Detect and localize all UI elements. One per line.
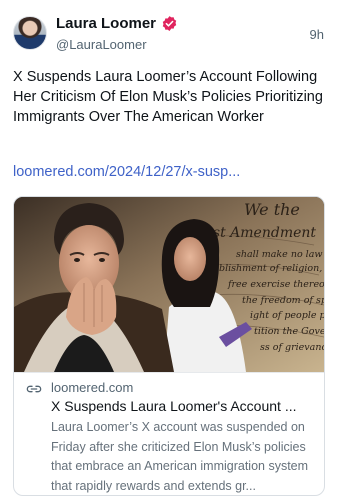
author-handle[interactable]: @LauraLoomer xyxy=(56,37,147,52)
svg-text:the freedom of speech: the freedom of speech xyxy=(242,295,325,306)
svg-text:ss of grievances.: ss of grievances. xyxy=(260,342,325,353)
author-display-name[interactable]: Laura Loomer xyxy=(56,15,156,32)
svg-text:free exercise thereof; or: free exercise thereof; or xyxy=(227,279,325,290)
svg-text:blishment of religion, or p: blishment of religion, or p xyxy=(219,263,325,274)
post-link[interactable]: loomered.com/2024/12/27/x-susp... xyxy=(13,162,240,182)
card-domain: loomered.com xyxy=(51,380,134,395)
svg-text:tition the Gove: tition the Gove xyxy=(254,326,325,337)
author-name-row: Laura Loomer xyxy=(56,15,178,32)
card-image[interactable]: 1st Amendment We the shall make no law b… xyxy=(14,197,325,372)
link-preview-card[interactable]: 1st Amendment We the shall make no law b… xyxy=(13,196,325,496)
svg-text:We the: We the xyxy=(244,200,300,219)
link-icon xyxy=(26,385,42,393)
post-header: Laura Loomer @LauraLoomer 9h xyxy=(0,0,338,64)
verified-badge-icon xyxy=(162,16,177,31)
svg-text:shall make no law: shall make no law xyxy=(236,249,323,260)
author-avatar[interactable] xyxy=(13,16,47,50)
image-heading: 1st Amendment xyxy=(204,225,316,241)
post-timestamp[interactable]: 9h xyxy=(310,27,324,42)
svg-text:ight of people pe: ight of people pe xyxy=(250,310,325,321)
post-text: X Suspends Laura Loomer’s Account Follow… xyxy=(13,69,323,125)
card-image-illustration: 1st Amendment We the shall make no law b… xyxy=(14,197,325,372)
card-info[interactable]: loomered.com X Suspends Laura Loomer's A… xyxy=(14,372,324,495)
card-title[interactable]: X Suspends Laura Loomer's Account ... xyxy=(51,397,313,416)
card-description: Laura Loomer’s X account was suspended o… xyxy=(51,420,309,493)
